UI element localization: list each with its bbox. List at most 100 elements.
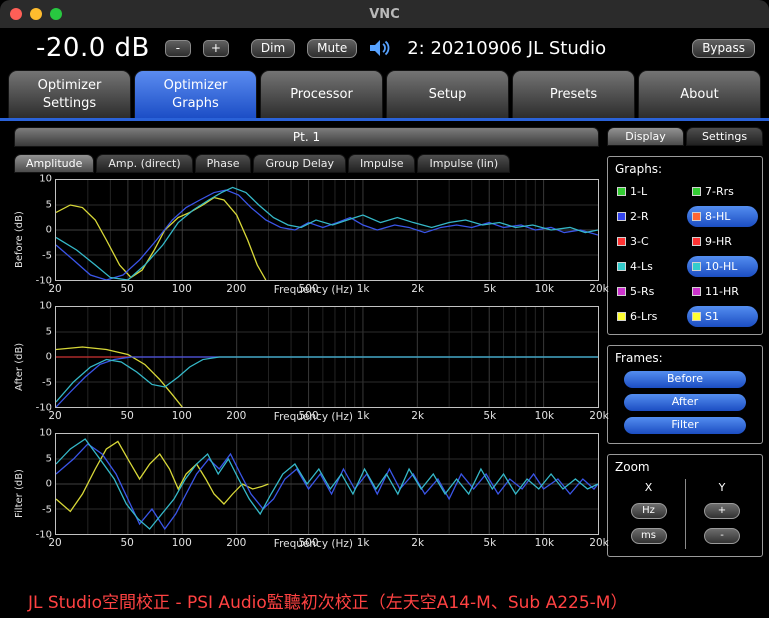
x-tick-label: 1k	[356, 410, 370, 422]
x-tick-label: 50	[120, 410, 134, 422]
panel-tab-display[interactable]: Display	[607, 127, 684, 146]
channel-label: 1-L	[630, 185, 648, 198]
x-tick-label: 200	[226, 537, 247, 549]
channel-button-11-hr[interactable]: 11-HR	[687, 281, 758, 302]
channel-color-swatch	[617, 237, 626, 246]
x-tick-label: 2k	[411, 283, 425, 295]
graph-tab-amplitude[interactable]: Amplitude	[14, 154, 95, 173]
y-tick-label: -5	[42, 250, 52, 261]
zoom-y-minus-button[interactable]: -	[704, 528, 740, 544]
x-tick-label: 1k	[356, 537, 370, 549]
frame-button-before[interactable]: Before	[624, 371, 746, 388]
mute-button[interactable]: Mute	[307, 38, 358, 58]
y-tick-label: 5	[45, 326, 52, 337]
channel-label: 4-Ls	[630, 260, 653, 273]
plot-area-before	[55, 179, 599, 281]
channel-color-swatch	[617, 312, 626, 321]
frame-button-after[interactable]: After	[624, 394, 746, 411]
channel-label: S1	[705, 310, 719, 323]
channel-button-4-ls[interactable]: 4-Ls	[612, 256, 683, 277]
frame-button-filter[interactable]: Filter	[624, 417, 746, 434]
panel-tab-settings[interactable]: Settings	[686, 127, 763, 146]
x-tick-label: 10k	[534, 283, 555, 295]
tab-optimizer-graphs[interactable]: Optimizer Graphs	[134, 70, 257, 118]
channel-button-5-rs[interactable]: 5-Rs	[612, 281, 683, 302]
y-tick-column: 10 5 0 -5 -10	[29, 428, 55, 541]
x-tick-label: 10k	[534, 537, 555, 549]
channel-button-10-hl[interactable]: 10-HL	[687, 256, 758, 277]
x-tick-row: 20 50 100 200 500 1k 2k 5k 10k 20k Frequency (Hz)	[48, 535, 608, 554]
zoom-x-ms-button[interactable]: ms	[630, 528, 667, 544]
y-tick-label: -5	[42, 504, 52, 515]
zoom-y-header: Y	[718, 481, 726, 494]
x-tick-label: 2k	[411, 537, 425, 549]
x-tick-label: 20k	[589, 283, 609, 295]
graph-tab-impulse[interactable]: Impulse	[348, 154, 416, 173]
channel-button-s1[interactable]: S1	[687, 306, 758, 327]
y-axis-label: Filter (dB)	[14, 469, 25, 518]
minimize-button[interactable]	[30, 8, 42, 20]
x-tick-label: 100	[171, 283, 192, 295]
x-tick-label: 5k	[483, 283, 497, 295]
graph-tab-amp-direct[interactable]: Amp. (direct)	[96, 154, 193, 173]
channel-label: 6-Lrs	[630, 310, 658, 323]
bypass-button[interactable]: Bypass	[692, 38, 755, 58]
graphs-group-label: Graphs:	[615, 162, 663, 176]
zoom-y-plus-button[interactable]: +	[704, 503, 740, 519]
x-tick-label: 100	[171, 537, 192, 549]
volume-up-button[interactable]: +	[202, 39, 229, 57]
volume-bar: -20.0 dB - + Dim Mute 2: 20210906 JL Stu…	[0, 28, 769, 68]
y-tick-label: 10	[39, 300, 52, 312]
close-button[interactable]	[10, 8, 22, 20]
y-axis-label: After (dB)	[14, 342, 25, 391]
tab-label: Processor	[290, 86, 353, 102]
frames-group: Frames: Before After Filter	[607, 345, 763, 444]
graph-before: Before (dB) 10 5 0 -5 -10 20 50 100 200 500 1k 2k 5k 1…	[14, 174, 609, 300]
speaker-icon	[369, 39, 393, 57]
tab-setup[interactable]: Setup	[386, 70, 509, 118]
plot-area-filter	[55, 433, 599, 535]
channel-button-1-l[interactable]: 1-L	[612, 181, 683, 202]
channel-label: 2-R	[630, 210, 649, 223]
channel-color-swatch	[692, 187, 701, 196]
graph-after: After (dB) 10 5 0 -5 -10 20 50 100 200 500 1k 2k 5k 10…	[14, 301, 609, 427]
main-content: Pt. 1 Amplitude Amp. (direct) Phase Group D…	[0, 121, 769, 582]
channel-color-swatch	[692, 212, 701, 221]
y-tick-label: 10	[39, 173, 52, 185]
channel-label: 8-HL	[705, 210, 731, 223]
channel-label: 9-HR	[705, 235, 732, 248]
channel-button-8-hl[interactable]: 8-HL	[687, 206, 758, 227]
graph-panel: Pt. 1 Amplitude Amp. (direct) Phase Group D…	[14, 127, 609, 582]
dim-button[interactable]: Dim	[250, 38, 296, 58]
channel-color-swatch	[617, 187, 626, 196]
channel-button-9-hr[interactable]: 9-HR	[687, 231, 758, 252]
panel-tabs: Display Settings	[607, 127, 763, 146]
channel-color-swatch	[617, 287, 626, 296]
channel-button-3-c[interactable]: 3-C	[612, 231, 683, 252]
y-axis-label: Before (dB)	[14, 211, 25, 268]
zoom-x-hz-button[interactable]: Hz	[630, 503, 667, 519]
graph-tab-phase[interactable]: Phase	[194, 154, 252, 173]
channel-button-7-rrs[interactable]: 7-Rrs	[687, 181, 758, 202]
fullscreen-button[interactable]	[50, 8, 62, 20]
tab-label: About	[680, 86, 719, 102]
volume-level: -20.0 dB	[36, 33, 150, 63]
x-tick-label: 5k	[483, 410, 497, 422]
tab-optimizer-settings[interactable]: Optimizer Settings	[8, 70, 131, 118]
channel-color-swatch	[617, 212, 626, 221]
tab-processor[interactable]: Processor	[260, 70, 383, 118]
graph-tab-impulse-lin[interactable]: Impulse (lin)	[417, 154, 511, 173]
tab-label: Graphs	[172, 95, 219, 111]
channel-button-2-r[interactable]: 2-R	[612, 206, 683, 227]
x-tick-label: 200	[226, 283, 247, 295]
x-tick-label: 50	[120, 537, 134, 549]
graph-tab-group-delay[interactable]: Group Delay	[253, 154, 347, 173]
tab-presets[interactable]: Presets	[512, 70, 635, 118]
y-tick-label: 10	[39, 427, 52, 439]
tab-about[interactable]: About	[638, 70, 761, 118]
channel-button-6-lrs[interactable]: 6-Lrs	[612, 306, 683, 327]
channel-label: 5-Rs	[630, 285, 655, 298]
volume-down-button[interactable]: -	[164, 39, 191, 57]
x-tick-label: 20	[48, 537, 62, 549]
preset-name: 2: 20210906 JL Studio	[407, 37, 607, 59]
